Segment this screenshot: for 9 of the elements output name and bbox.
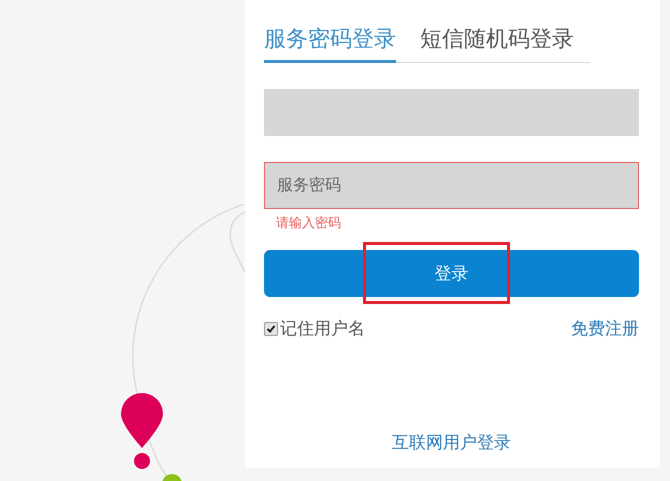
error-message: 请输入密码	[276, 215, 341, 232]
internet-login-link[interactable]: 互联网用户登录	[392, 431, 511, 454]
input-field[interactable]: 服务密码	[264, 162, 639, 209]
checkbox[interactable]	[264, 322, 278, 336]
login-button[interactable]: 登录	[264, 250, 639, 297]
tab[interactable]: 服务密码登录	[264, 24, 396, 63]
tab[interactable]: 短信随机码登录	[420, 24, 574, 63]
remember-label: 记住用户名	[280, 318, 365, 340]
register-link[interactable]: 免费注册	[571, 317, 639, 340]
